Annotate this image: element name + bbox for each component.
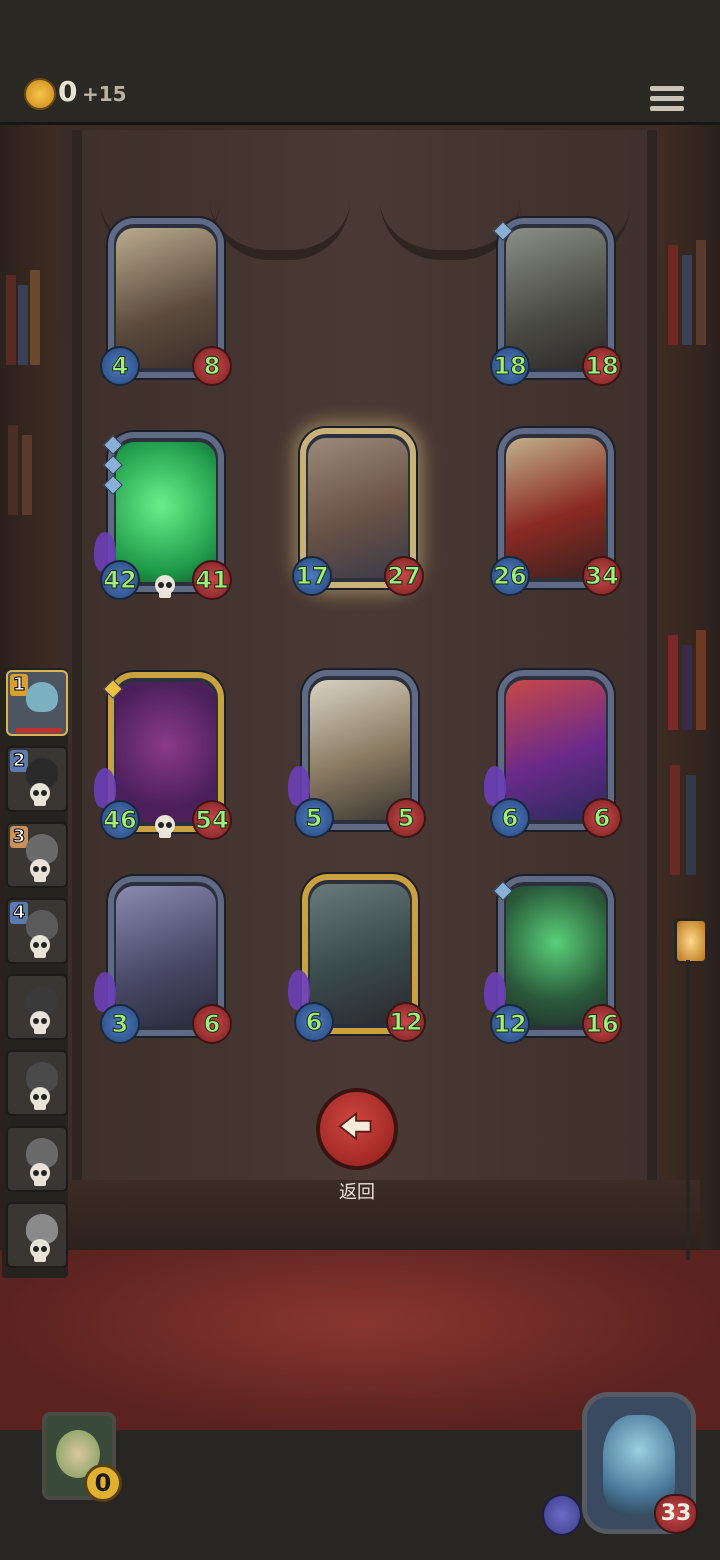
minion-portrait: [506, 228, 606, 368]
opponent-health: 33: [654, 1494, 698, 1534]
minion-portrait: [506, 886, 606, 1026]
attack-stat: 17: [292, 556, 332, 596]
rank-badge: 2: [10, 750, 28, 772]
health-stat: 41: [192, 560, 232, 600]
minion-portrait: [308, 438, 408, 578]
health-stat: 12: [386, 1002, 426, 1042]
minion-card[interactable]: 26 34: [490, 428, 622, 596]
minion-card[interactable]: 12 16: [484, 876, 622, 1044]
health-stat: 27: [384, 556, 424, 596]
skull-icon: [30, 1163, 50, 1186]
attack-stat: 6: [294, 1002, 334, 1042]
opponent-queue: 1 2 3 4: [2, 668, 68, 1278]
attack-stat: 46: [100, 800, 140, 840]
skull-icon: [155, 575, 175, 598]
right-bookshelf: [660, 125, 720, 1275]
skull-icon: [30, 859, 50, 882]
minion-portrait: [116, 886, 216, 1026]
health-stat: 6: [192, 1004, 232, 1044]
top-bar: 0 +15: [0, 0, 720, 125]
minion-portrait: [116, 682, 216, 822]
minion-portrait: [506, 438, 606, 578]
health-stat: 54: [192, 800, 232, 840]
health-stat: 8: [192, 346, 232, 386]
health-bar: [16, 728, 62, 733]
coin-increment: +15: [82, 82, 127, 106]
avatar: [26, 682, 58, 712]
attack-stat: 5: [294, 798, 334, 838]
minion-card[interactable]: 18 18: [490, 218, 622, 386]
attack-stat: 12: [490, 1004, 530, 1044]
minion-portrait: [116, 228, 216, 368]
queue-slot[interactable]: [6, 1202, 68, 1268]
minion-card[interactable]: 6 12: [288, 874, 426, 1042]
attack-stat: 3: [100, 1004, 140, 1044]
minion-card[interactable]: 4 8: [100, 218, 232, 386]
queue-slot[interactable]: 3: [6, 822, 68, 888]
rank-badge: 4: [10, 902, 28, 924]
skull-icon: [30, 1087, 50, 1110]
shield-icon: [542, 1494, 582, 1536]
minion-card[interactable]: 46 54: [94, 672, 232, 840]
rank-badge: 1: [10, 674, 28, 696]
skull-icon: [30, 935, 50, 958]
game-stage: 0 +15 4 8 18 18 42 41 17 27 26 34 46 54 …: [0, 0, 720, 1560]
back-label: 返回: [339, 1182, 375, 1203]
arrow-left-icon: [338, 1111, 372, 1141]
minion-card[interactable]: 6 6: [484, 670, 622, 838]
skull-icon: [30, 783, 50, 806]
attack-stat: 4: [100, 346, 140, 386]
minion-card[interactable]: 42 41: [94, 432, 232, 600]
queue-slot[interactable]: [6, 974, 68, 1040]
health-stat: 16: [582, 1004, 622, 1044]
back-button[interactable]: [316, 1088, 398, 1170]
minion-portrait: [310, 884, 410, 1024]
minion-card[interactable]: 5 5: [288, 670, 426, 838]
attack-stat: 26: [490, 556, 530, 596]
minion-portrait: [506, 680, 606, 820]
menu-icon[interactable]: [650, 86, 684, 116]
queue-slot[interactable]: [6, 1126, 68, 1192]
queue-slot[interactable]: 4: [6, 898, 68, 964]
lamp-icon: [668, 900, 708, 1260]
minion-portrait: [116, 442, 216, 582]
skull-icon: [155, 815, 175, 838]
health-stat: 18: [582, 346, 622, 386]
selected-minion-card[interactable]: 17 27: [292, 428, 424, 596]
door-arch: [210, 130, 350, 260]
coin-count: 0: [58, 75, 78, 108]
queue-slot[interactable]: 1: [6, 670, 68, 736]
attack-stat: 18: [490, 346, 530, 386]
health-stat: 6: [582, 798, 622, 838]
health-stat: 34: [582, 556, 622, 596]
skull-icon: [30, 1239, 50, 1262]
skull-icon: [30, 1011, 50, 1034]
minion-portrait: [310, 680, 410, 820]
minion-card[interactable]: 3 6: [94, 876, 232, 1044]
health-stat: 5: [386, 798, 426, 838]
gold-badge: 0: [84, 1464, 122, 1502]
queue-slot[interactable]: [6, 1050, 68, 1116]
coin-icon: [24, 78, 56, 110]
queue-slot[interactable]: 2: [6, 746, 68, 812]
attack-stat: 6: [490, 798, 530, 838]
rank-badge: 3: [10, 826, 28, 848]
attack-stat: 42: [100, 560, 140, 600]
